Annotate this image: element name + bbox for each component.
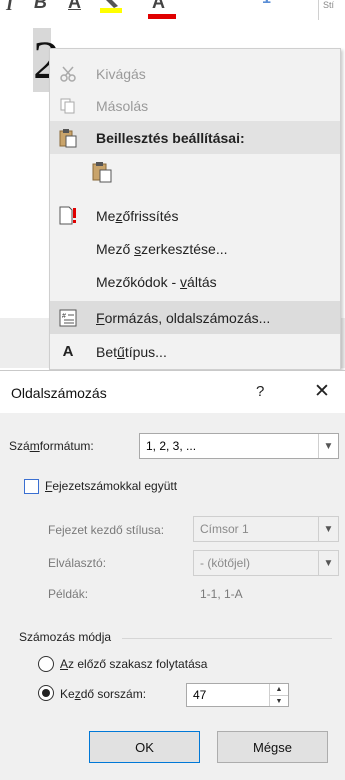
italic-icon[interactable]: I	[6, 0, 13, 15]
menu-item-update-field[interactable]: Mezőfrissítés	[50, 199, 340, 232]
continue-previous-label: Az előző szakasz folytatása	[60, 657, 208, 671]
start-at-radio[interactable]	[38, 685, 54, 701]
menu-item-font[interactable]: A Betűtípus...	[50, 335, 340, 368]
cancel-button[interactable]: Mégse	[217, 731, 328, 763]
ribbon-toolbar: I B A A ·— 1— Stí	[0, 0, 345, 28]
font-color-icon[interactable]: A	[152, 0, 165, 13]
page-number-format-icon: #	[58, 308, 78, 328]
menu-item-copy[interactable]: Másolás	[50, 89, 340, 122]
page-number-format-dialog: Oldalszámozás ? ✕ Számformátum: 1, 2, 3,…	[0, 370, 345, 780]
dialog-title: Oldalszámozás	[11, 385, 107, 401]
paste-icon	[58, 128, 78, 148]
menu-item-paste-keep-text[interactable]	[50, 155, 340, 188]
help-button[interactable]: ?	[256, 383, 264, 400]
menu-label: Betűtípus...	[96, 343, 167, 360]
chapter-style-value: Címsor 1	[200, 522, 249, 536]
menu-label: Formázás, oldalszámozás...	[96, 309, 271, 326]
chevron-down-icon[interactable]: ▼	[318, 551, 338, 575]
bullets-icon[interactable]: ·—	[206, 0, 227, 8]
chapter-numbers-checkbox[interactable]	[24, 479, 39, 494]
chapter-numbers-label: Fejezetszámokkal együtt	[45, 479, 178, 493]
font-icon: A	[62, 343, 74, 360]
spin-buttons: ▲ ▼	[269, 684, 288, 706]
bold-icon[interactable]: B	[34, 0, 47, 13]
continue-previous-radio[interactable]	[38, 656, 54, 672]
menu-header-paste-options: Beillesztés beállításai:	[50, 121, 340, 154]
separator-label: Elválasztó:	[48, 556, 107, 570]
highlight-icon[interactable]	[98, 0, 126, 21]
separator-select[interactable]: - (kötőjel) ▼	[193, 550, 339, 576]
number-format-select[interactable]: 1, 2, 3, ... ▼	[139, 433, 339, 459]
menu-item-toggle-field-codes[interactable]: Mezőkódok - váltás	[50, 265, 340, 298]
paste-keep-text-icon	[92, 161, 112, 182]
chapter-style-select[interactable]: Címsor 1 ▼	[193, 516, 339, 542]
menu-label: Beillesztés beállításai:	[96, 129, 245, 146]
start-at-input[interactable]: 47 ▲ ▼	[186, 683, 289, 707]
number-format-label: Számformátum:	[9, 439, 94, 453]
menu-label: Másolás	[96, 97, 149, 114]
numbering-group-label: Számozás módja	[19, 630, 112, 644]
dialog-titlebar: Oldalszámozás ? ✕	[0, 371, 345, 413]
cut-icon	[58, 64, 78, 84]
chevron-down-icon[interactable]: ▼	[318, 517, 338, 541]
copy-icon	[58, 96, 78, 116]
start-at-value: 47	[193, 688, 207, 702]
start-at-label: Kezdő sorszám:	[60, 687, 147, 701]
group-divider	[122, 638, 332, 639]
styles-icon[interactable]: Stí	[323, 0, 334, 10]
context-menu: Kivágás Másolás Beillesztés beállításai:…	[49, 48, 341, 370]
font-color-bar	[148, 14, 176, 19]
chapter-style-label: Fejezet kezdő stílusa:	[48, 523, 165, 537]
numbering-icon[interactable]: 1—	[262, 0, 287, 8]
close-button[interactable]: ✕	[314, 380, 330, 403]
menu-label: Mezőkódok - váltás	[96, 273, 217, 290]
menu-label: Kivágás	[96, 65, 146, 82]
spin-up-icon[interactable]: ▲	[270, 684, 288, 696]
examples-value: 1-1, 1-A	[200, 587, 243, 601]
menu-item-format-page-numbers[interactable]: # Formázás, oldalszámozás...	[50, 301, 340, 334]
chevron-down-icon[interactable]: ▼	[318, 434, 338, 458]
underline-icon[interactable]: A	[68, 0, 81, 13]
menu-label: Mező szerkesztése...	[96, 240, 228, 257]
toolbar-divider	[318, 0, 319, 20]
update-field-icon	[58, 206, 78, 226]
menu-item-edit-field[interactable]: Mező szerkesztése...	[50, 232, 340, 265]
ok-button[interactable]: OK	[89, 731, 200, 763]
svg-text:#: #	[62, 313, 66, 320]
separator-value: - (kötőjel)	[200, 556, 251, 570]
examples-label: Példák:	[48, 587, 89, 601]
menu-item-cut[interactable]: Kivágás	[50, 57, 340, 90]
number-format-value: 1, 2, 3, ...	[146, 439, 197, 453]
spin-down-icon[interactable]: ▼	[270, 696, 288, 707]
menu-label: Mezőfrissítés	[96, 207, 179, 224]
